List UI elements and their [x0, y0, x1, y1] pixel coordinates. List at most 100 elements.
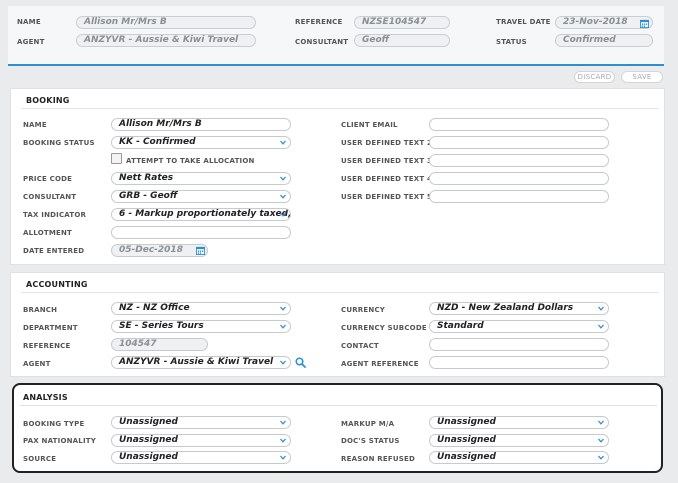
booking-status-select[interactable]: KK - Confirmed — [111, 136, 291, 149]
booking-consultant-value: GRB - Geoff — [119, 191, 178, 201]
date-entered-input[interactable]: 05-Dec-2018 — [111, 244, 208, 257]
markup-label: MARKUP M/A — [341, 420, 395, 428]
booking-type-select[interactable]: Unassigned — [111, 416, 291, 429]
analysis-title: ANALYSIS — [23, 393, 68, 402]
contact-input[interactable] — [429, 338, 609, 351]
accounting-agent-select[interactable]: ANZYVR - Aussie & Kiwi Travel — [111, 356, 291, 369]
search-icon[interactable] — [295, 357, 306, 368]
booking-name-label: NAME — [23, 121, 47, 129]
pax-nationality-select[interactable]: Unassigned — [111, 434, 291, 447]
chevron-down-icon — [280, 194, 286, 199]
booking-status-label: BOOKING STATUS — [23, 139, 95, 147]
tax-indicator-value: 6 - Markup proportionately taxed, propor… — [119, 209, 291, 219]
contact-label: CONTACT — [341, 342, 379, 350]
save-button[interactable]: SAVE — [621, 71, 663, 83]
header-name-value: Allison Mr/Mrs B — [76, 16, 256, 29]
currency-value: NZD - New Zealand Dollars — [437, 303, 574, 313]
currency-select[interactable]: NZD - New Zealand Dollars — [429, 302, 609, 315]
date-entered-value: 05-Dec-2018 — [119, 245, 183, 255]
discard-button[interactable]: DISCARD — [574, 71, 615, 83]
currency-subcode-value: Standard — [437, 321, 484, 331]
docs-status-value: Unassigned — [437, 435, 496, 445]
accounting-title: ACCOUNTING — [26, 280, 88, 289]
department-value: SE - Series Tours — [119, 321, 204, 331]
docs-status-label: DOC'S STATUS — [341, 437, 400, 445]
analysis-divider — [20, 405, 657, 406]
udt4-input[interactable] — [429, 172, 609, 185]
booking-type-value: Unassigned — [119, 417, 178, 427]
date-entered-label: DATE ENTERED — [23, 247, 85, 255]
booking-consultant-select[interactable]: GRB - Geoff — [111, 190, 291, 203]
allocation-checkbox[interactable] — [111, 153, 122, 164]
docs-status-select[interactable]: Unassigned — [429, 434, 609, 447]
department-select[interactable]: SE - Series Tours — [111, 320, 291, 333]
currency-subcode-select[interactable]: Standard — [429, 320, 609, 333]
udt5-label: USER DEFINED TEXT 5 — [341, 193, 433, 201]
department-label: DEPARTMENT — [23, 324, 78, 332]
chevron-down-icon — [280, 438, 286, 443]
header-name-label: NAME — [17, 18, 41, 26]
currency-subcode-label: CURRENCY SUBCODE — [341, 324, 427, 332]
accounting-agent-value: ANZYVR - Aussie & Kiwi Travel — [119, 357, 274, 367]
reason-refused-select[interactable]: Unassigned — [429, 451, 609, 464]
pax-nationality-label: PAX NATIONALITY — [23, 437, 96, 445]
reason-refused-label: REASON REFUSED — [341, 455, 415, 463]
allocation-label: ATTEMPT TO TAKE ALLOCATION — [126, 157, 255, 165]
accounting-divider — [21, 292, 658, 293]
branch-label: BRANCH — [23, 306, 58, 314]
booking-title: BOOKING — [26, 96, 70, 105]
header-agent-value: ANZYVR - Aussie & Kiwi Travel — [76, 34, 256, 47]
booking-divider — [21, 108, 658, 109]
client-email-input[interactable] — [429, 118, 609, 131]
branch-select[interactable]: NZ - NZ Office — [111, 302, 291, 315]
price-code-value: Nett Rates — [119, 173, 174, 183]
chevron-down-icon — [598, 306, 604, 311]
source-select[interactable]: Unassigned — [111, 451, 291, 464]
udt5-input[interactable] — [429, 190, 609, 203]
chevron-down-icon — [598, 324, 604, 329]
allotment-input[interactable] — [111, 226, 291, 239]
udt3-input[interactable] — [429, 154, 609, 167]
accounting-reference-label: REFERENCE — [23, 342, 71, 350]
allotment-label: ALLOTMENT — [23, 229, 72, 237]
udt2-input[interactable] — [429, 136, 609, 149]
agent-reference-label: AGENT REFERENCE — [341, 360, 419, 368]
chevron-down-icon — [598, 455, 604, 460]
calendar-icon[interactable] — [196, 246, 205, 255]
tax-indicator-select[interactable]: 6 - Markup proportionately taxed, propor… — [111, 208, 291, 221]
tax-indicator-label: TAX INDICATOR — [23, 211, 87, 219]
agent-reference-input[interactable] — [429, 356, 609, 369]
branch-value: NZ - NZ Office — [119, 303, 190, 313]
chevron-down-icon — [280, 176, 286, 181]
header-consultant-value: Geoff — [354, 34, 450, 47]
header-status-value: Confirmed — [555, 34, 653, 47]
booking-name-input[interactable]: Allison Mr/Mrs B — [111, 118, 291, 131]
udt2-label: USER DEFINED TEXT 2 — [341, 139, 433, 147]
chevron-down-icon — [280, 420, 286, 425]
header-reference-value: NZSE104547 — [354, 16, 450, 29]
udt4-label: USER DEFINED TEXT 4 — [341, 175, 433, 183]
header-reference-label: REFERENCE — [295, 18, 343, 26]
source-value: Unassigned — [119, 452, 178, 462]
accounting-agent-label: AGENT — [23, 360, 51, 368]
header-agent-label: AGENT — [17, 38, 45, 46]
markup-select[interactable]: Unassigned — [429, 416, 609, 429]
accounting-reference-input: 104547 — [111, 338, 208, 351]
header-consultant-label: CONSULTANT — [295, 38, 349, 46]
chevron-down-icon — [598, 420, 604, 425]
calendar-icon[interactable] — [640, 19, 649, 28]
chevron-down-icon — [280, 455, 286, 460]
chevron-down-icon — [280, 360, 286, 365]
booking-consultant-label: CONSULTANT — [23, 193, 77, 201]
header-travel-date-value: 23-Nov-2018 — [555, 16, 653, 29]
booking-type-label: BOOKING TYPE — [23, 420, 85, 428]
markup-value: Unassigned — [437, 417, 496, 427]
chevron-down-icon — [280, 324, 286, 329]
client-email-label: CLIENT EMAIL — [341, 121, 398, 129]
chevron-down-icon — [598, 438, 604, 443]
udt3-label: USER DEFINED TEXT 3 — [341, 157, 433, 165]
header-status-label: STATUS — [496, 38, 527, 46]
chevron-down-icon — [280, 212, 286, 217]
price-code-select[interactable]: Nett Rates — [111, 172, 291, 185]
reason-refused-value: Unassigned — [437, 452, 496, 462]
